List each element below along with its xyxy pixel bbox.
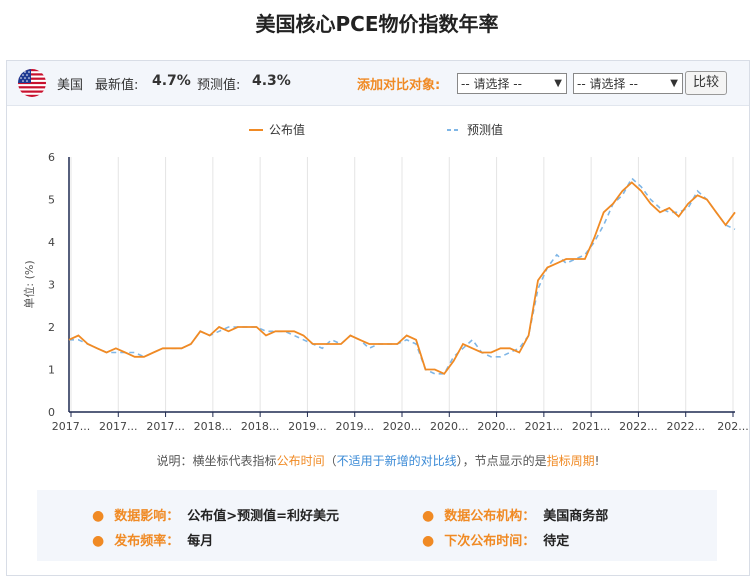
agency-label: 数据公布机构： xyxy=(444,509,536,524)
y-axis-label: 单位: (%) xyxy=(22,260,36,308)
compare-select-2-value: -- 请选择 -- xyxy=(577,77,638,91)
x-tick-label: 2017... xyxy=(146,420,184,433)
indicator-toolbar: 美国 最新值: 4.7% 预测值: 4.3% 添加对比对象: -- 请选择 --… xyxy=(7,61,749,106)
forecast-value: 4.3% xyxy=(252,73,291,89)
line-chart: 0 1 2 3 4 5 6 2017... 2017... 2017... 2018... 2018.… xyxy=(22,122,749,433)
impact-label: 数据影响： xyxy=(114,509,180,524)
note-period: 指标周期 xyxy=(546,454,595,468)
latest-value: 4.7% xyxy=(152,73,191,89)
x-tick-label: 2020... xyxy=(477,420,515,433)
next-release-label: 下次公布时间： xyxy=(444,534,536,549)
legend-forecast-label: 预测值 xyxy=(467,122,503,137)
x-tick-label: 2019... xyxy=(288,420,326,433)
x-tick-label: 2021... xyxy=(525,420,563,433)
frequency-value: 每月 xyxy=(187,534,214,549)
note-publish-time: 公布时间 xyxy=(276,454,325,468)
x-tick-label: 2019... xyxy=(335,420,373,433)
next-release-value: 待定 xyxy=(543,534,570,549)
info-impact: ● 数据影响： 公布值>预测值=利好美元 xyxy=(92,505,339,524)
x-tick-label: 2020... xyxy=(383,420,421,433)
y-tick-label: 1 xyxy=(48,364,55,377)
note-text-2: （ xyxy=(324,454,337,468)
x-tick-label: 2022... xyxy=(666,420,704,433)
chart-note: 说明：横坐标代表指标公布时间（不适用于新增的对比线），节点显示的是指标周期! xyxy=(7,452,749,469)
y-tick-label: 0 xyxy=(48,406,55,419)
y-tick-label: 4 xyxy=(48,236,55,249)
x-tick-label: 2018... xyxy=(194,420,232,433)
info-next-release: ● 下次公布时间： 待定 xyxy=(422,530,569,549)
compare-button[interactable]: 比较 xyxy=(685,71,727,95)
indicator-panel: 美国 最新值: 4.7% 预测值: 4.3% 添加对比对象: -- 请选择 --… xyxy=(6,60,750,576)
impact-value: 公布值>预测值=利好美元 xyxy=(187,509,340,524)
compare-select-1[interactable]: -- 请选择 -- ▼ xyxy=(457,73,567,94)
note-text-3: ），节点显示的是 xyxy=(456,454,547,468)
note-compare-exception: 不适用于新增的对比线 xyxy=(336,454,457,468)
y-tick-label: 6 xyxy=(48,151,55,164)
bullet-icon: ● xyxy=(422,508,435,524)
x-tick-label: 2017... xyxy=(52,420,90,433)
info-frequency: ● 发布频率： 每月 xyxy=(92,530,213,549)
us-flag-icon xyxy=(18,69,46,97)
x-tick-label: 2021... xyxy=(572,420,610,433)
y-tick-label: 3 xyxy=(48,279,55,292)
bullet-icon: ● xyxy=(92,533,105,549)
x-tick-label: 202... xyxy=(717,420,749,433)
note-text-1: 说明：横坐标代表指标 xyxy=(156,454,277,468)
country-name: 美国 xyxy=(57,78,84,93)
bullet-icon: ● xyxy=(92,508,105,524)
x-tick-label: 2017... xyxy=(99,420,137,433)
y-tick-label: 5 xyxy=(48,194,55,207)
indicator-info: ● 数据影响： 公布值>预测值=利好美元 ● 数据公布机构： 美国商务部 ● 发布频率： 每… xyxy=(37,490,717,561)
x-tick-label: 2018... xyxy=(241,420,279,433)
page-title: 美国核心PCE物价指数年率 xyxy=(255,12,499,36)
legend-actual-label: 公布值 xyxy=(269,122,305,137)
info-agency: ● 数据公布机构： 美国商务部 xyxy=(422,505,608,524)
latest-label: 最新值: xyxy=(95,78,139,93)
bullet-icon: ● xyxy=(422,533,435,549)
frequency-label: 发布频率： xyxy=(114,534,180,549)
note-text-4: ! xyxy=(594,454,600,468)
chevron-down-icon: ▼ xyxy=(554,78,562,89)
x-tick-label: 2022... xyxy=(619,420,657,433)
agency-value: 美国商务部 xyxy=(543,509,609,524)
chevron-down-icon: ▼ xyxy=(670,78,678,89)
compare-label: 添加对比对象: xyxy=(357,78,441,93)
compare-select-2[interactable]: -- 请选择 -- ▼ xyxy=(573,73,683,94)
x-tick-label: 2020... xyxy=(430,420,468,433)
forecast-label: 预测值: xyxy=(197,78,241,93)
compare-select-1-value: -- 请选择 -- xyxy=(461,77,522,91)
y-tick-label: 2 xyxy=(48,321,55,334)
